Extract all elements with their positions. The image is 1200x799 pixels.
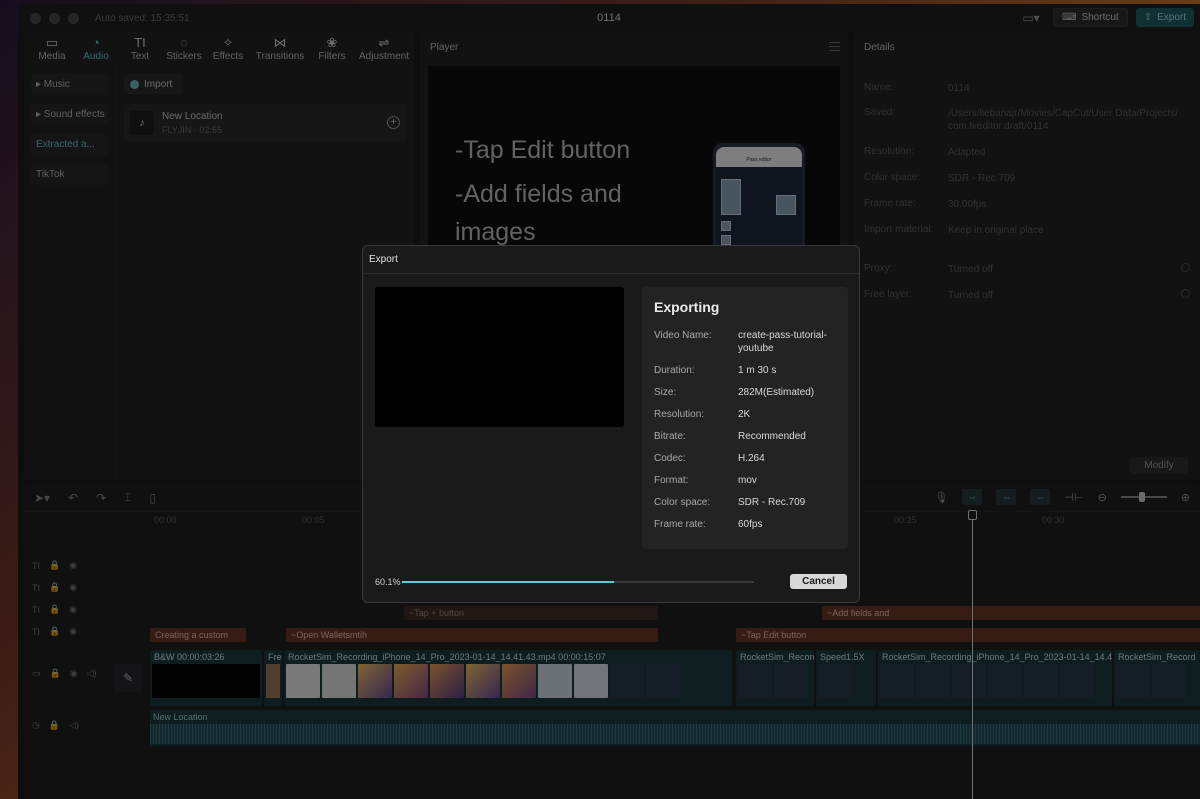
export-info-value: mov	[738, 475, 757, 486]
export-info-value: create-pass-tutorial-youtube	[738, 330, 827, 354]
exporting-heading: Exporting	[654, 299, 720, 315]
export-progress-fill	[402, 581, 614, 583]
export-progress-label: 60.1%	[375, 577, 401, 587]
export-info-row: Frame rate: 60fps	[654, 518, 836, 531]
export-info-row: Resolution: 2K	[654, 408, 836, 421]
export-info-label: Frame rate:	[654, 519, 706, 530]
export-info-value: 60fps	[738, 519, 763, 530]
export-dialog-title: Export	[363, 246, 859, 274]
export-info: Exporting Video Name: create-pass-tutoria…	[642, 287, 848, 549]
export-dialog: Export Exporting Video Name: create-pass-…	[362, 245, 860, 603]
export-info-value: 282M(Estimated)	[738, 387, 815, 398]
export-info-row: Video Name: create-pass-tutorial-youtube	[654, 329, 836, 355]
export-info-value: 2K	[738, 409, 751, 420]
export-info-row: Color space: SDR - Rec.709	[654, 496, 836, 509]
export-info-label: Resolution:	[654, 409, 705, 420]
export-info-label: Size:	[654, 387, 677, 398]
export-info-label: Format:	[654, 475, 689, 486]
export-info-label: Bitrate:	[654, 431, 686, 442]
export-info-value: 1 m 30 s	[738, 365, 777, 376]
export-info-value: H.264	[738, 453, 765, 464]
export-info-row: Size: 282M(Estimated)	[654, 386, 836, 399]
export-info-label: Video Name:	[654, 330, 712, 341]
export-preview	[375, 287, 624, 427]
export-progress-bar	[402, 581, 754, 583]
export-info-value: Recommended	[738, 431, 806, 442]
export-info-row: Duration: 1 m 30 s	[654, 364, 836, 377]
export-info-value: SDR - Rec.709	[738, 497, 806, 508]
export-info-row: Bitrate: Recommended	[654, 430, 836, 443]
export-info-label: Codec:	[654, 453, 686, 464]
export-info-row: Format: mov	[654, 474, 836, 487]
export-info-label: Color space:	[654, 497, 711, 508]
cancel-button[interactable]: Cancel	[790, 574, 847, 589]
export-info-label: Duration:	[654, 365, 695, 376]
export-info-row: Codec: H.264	[654, 452, 836, 465]
